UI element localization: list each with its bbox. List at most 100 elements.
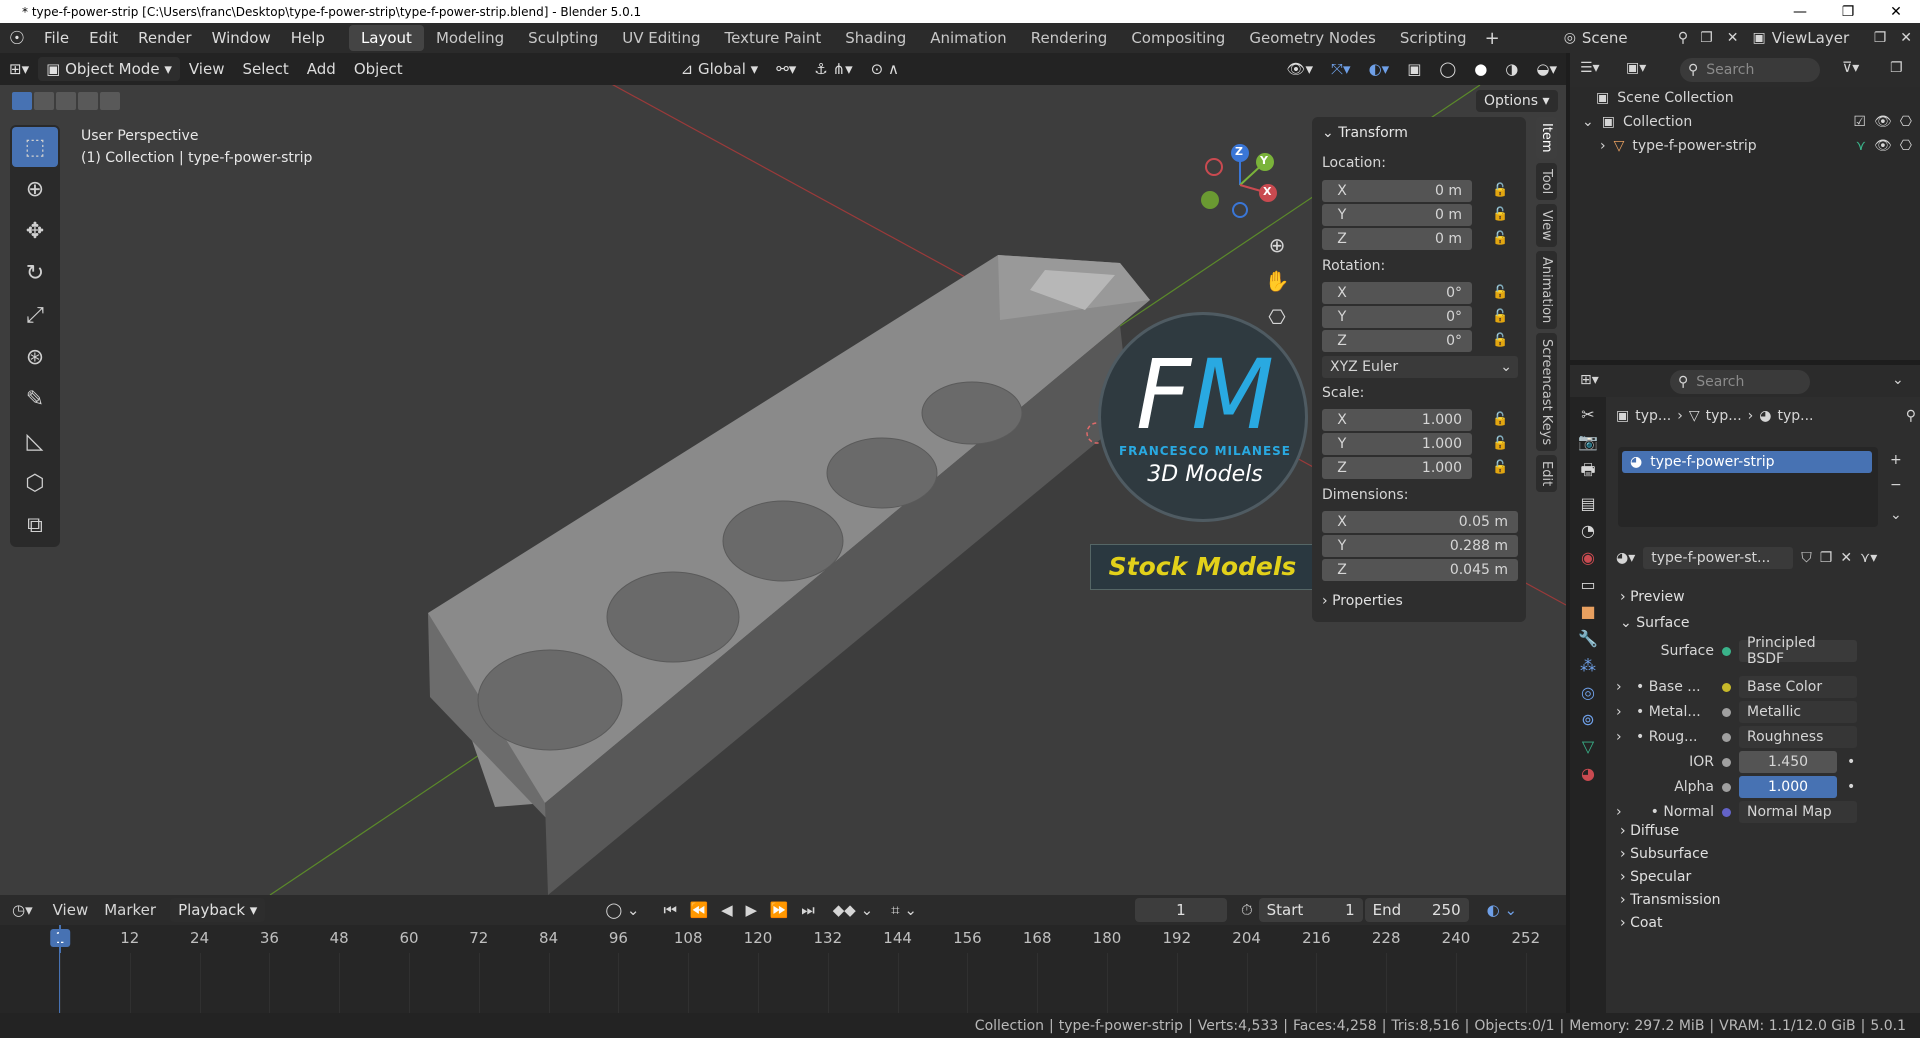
dimensions-x-field[interactable]: X 0.05 m [1322,511,1518,533]
tab-view[interactable]: View [1536,203,1557,247]
tab-animation[interactable]: Animation [1536,250,1557,329]
pin-icon[interactable]: ⚲ [1906,408,1916,424]
eye-icon[interactable]: 👁 [1874,114,1892,130]
new-collection-icon[interactable]: ❐ [1890,60,1903,76]
scene-name[interactable]: Scene [1582,29,1672,47]
menu-render[interactable]: Render [128,23,201,53]
camera-view-icon[interactable]: ⎔ [1262,305,1292,341]
select-intersect-icon[interactable] [100,92,120,110]
lock-icon[interactable]: 🔓 [1492,412,1508,427]
specular-panel[interactable]: › Specular [1620,869,1691,885]
lock-icon[interactable]: 🔓 [1492,231,1508,246]
clock-editor-icon[interactable]: ◷▾ [0,901,45,919]
select-box-tool-icon[interactable]: ⬚ [12,127,58,167]
material-slot-item[interactable]: ◕ type-f-power-strip [1622,451,1872,473]
modifier-props-icon[interactable]: 🔧 [1578,629,1598,648]
proportional-edit-icon[interactable]: ⊙ ∧ [862,60,908,78]
eye-icon[interactable]: 👁 [1874,138,1892,154]
chevron-down-icon[interactable]: ⌄ [1890,507,1902,523]
tab-tool[interactable]: Tool [1536,162,1557,200]
roughness-field[interactable]: Roughness [1739,726,1857,748]
outliner-object[interactable]: › ▽ type-f-power-strip ⋎ 👁 ⎔ [1600,138,1912,154]
auto-keying-icon[interactable]: ⌗ ⌄ [891,901,917,919]
gizmo-toggle-icon[interactable]: ⤧▾ [1322,60,1360,78]
base-color-field[interactable]: Base Color [1739,676,1857,698]
close-button[interactable]: ✕ [1872,4,1920,20]
object-props-icon[interactable]: ■ [1580,602,1595,621]
chevron-down-icon[interactable]: ⌄ [1892,372,1904,388]
move-tool-icon[interactable]: ✥ [12,211,58,251]
tab-sculpting[interactable]: Sculpting [516,25,610,51]
keyframe-dot-icon[interactable]: • [1847,754,1855,770]
remove-scene-icon[interactable]: ✕ [1719,30,1747,46]
view-layer-icon[interactable]: ▣ [1746,30,1771,46]
chevron-right-icon[interactable]: › [1616,729,1636,745]
new-scene-icon[interactable]: ❐ [1694,30,1719,46]
add-slot-icon[interactable]: + [1890,452,1902,468]
blender-logo-icon[interactable]: ☉ [0,28,34,49]
fake-user-icon[interactable]: ⛉ [1801,550,1812,566]
lock-icon[interactable]: 🔓 [1492,309,1508,324]
unlink-material-icon[interactable]: ✕ [1840,550,1852,566]
shading-wireframe-icon[interactable]: ◯ [1430,60,1465,78]
rotation-y-field[interactable]: Y 0° [1322,306,1472,328]
scale-y-field[interactable]: Y 1.000 [1322,433,1472,455]
tab-rendering[interactable]: Rendering [1019,25,1120,51]
zoom-icon[interactable]: ⊕ [1262,233,1292,269]
maximize-button[interactable]: ❐ [1824,4,1872,20]
lock-icon[interactable]: 🔓 [1492,460,1508,475]
checkbox-icon[interactable]: ☑ [1853,114,1866,130]
timeline-menu-view[interactable]: View [45,901,97,919]
world-props-icon[interactable]: ◉ [1581,548,1595,567]
scale-z-field[interactable]: Z 1.000 [1322,457,1472,479]
add-cube-tool-icon[interactable]: ⬡ [12,463,58,503]
keyframe-jump-icon[interactable]: ◆◆ ⌄ [833,901,873,919]
preview-panel[interactable]: › Preview [1620,589,1685,605]
chevron-right-icon[interactable]: › [1616,679,1636,695]
tab-screencast-keys[interactable]: Screencast Keys [1536,333,1557,452]
tab-animation[interactable]: Animation [918,25,1018,51]
rotation-x-field[interactable]: X 0° [1322,282,1472,304]
timeline-track[interactable]: 1122436486072849610812013214415616818019… [0,925,1566,1013]
start-frame-field[interactable]: Start 1 [1258,898,1363,922]
menu-add[interactable]: Add [298,60,345,78]
menu-file[interactable]: File [34,23,79,53]
chevron-right-icon[interactable]: › [1616,704,1636,720]
subsurface-panel[interactable]: › Subsurface [1620,846,1708,862]
alpha-field[interactable]: 1.000 [1739,776,1837,798]
tab-modeling[interactable]: Modeling [424,25,516,51]
timeline-menu-marker[interactable]: Marker [96,901,164,919]
tab-scripting[interactable]: Scripting [1388,25,1479,51]
select-extend-icon[interactable] [34,92,54,110]
material-slot-list[interactable]: ◕ type-f-power-strip [1618,447,1878,527]
rotation-mode-dropdown[interactable]: XYZ Euler ⌄ [1322,356,1518,378]
add-workspace-icon[interactable]: + [1479,28,1506,49]
new-view-layer-icon[interactable]: ❐ [1868,30,1893,46]
hand-pan-icon[interactable]: ✋ [1262,269,1292,305]
rotation-z-field[interactable]: Z 0° [1322,330,1472,352]
tab-texture-paint[interactable]: Texture Paint [712,25,833,51]
properties-editor-icon[interactable]: ⊞▾ [1580,372,1599,388]
outliner-search[interactable]: ⚲ Search [1680,58,1820,82]
visibility-icon[interactable]: 👁▾ [1277,60,1322,78]
particles-props-icon[interactable]: ⁂ [1580,656,1596,675]
collection-props-icon[interactable]: ▭ [1580,575,1595,594]
ior-field[interactable]: 1.450 [1739,751,1837,773]
shading-material-icon[interactable]: ◑ [1496,60,1527,78]
pin-icon[interactable]: ⚲ [1672,30,1694,46]
chevron-down-icon[interactable]: ⌄ [1582,114,1594,130]
menu-object[interactable]: Object [345,60,412,78]
data-props-icon[interactable]: ▽ [1582,737,1594,756]
record-icon[interactable]: ◯ ⌄ [605,901,639,919]
material-props-icon[interactable]: ◕ [1581,764,1595,783]
camera-icon[interactable]: ⎔ [1900,114,1912,130]
menu-view[interactable]: View [180,60,234,78]
tab-edit[interactable]: Edit [1536,455,1557,493]
xray-icon[interactable]: ▣ [1398,60,1430,78]
duplicate-material-icon[interactable]: ❐ [1820,550,1833,566]
overlay-toggle-icon[interactable]: ◐▾ [1360,60,1399,78]
minimize-button[interactable]: — [1776,4,1824,20]
tool-props-icon[interactable]: ✂ [1581,405,1594,424]
rotate-tool-icon[interactable]: ↻ [12,253,58,293]
tab-uv-editing[interactable]: UV Editing [610,25,712,51]
